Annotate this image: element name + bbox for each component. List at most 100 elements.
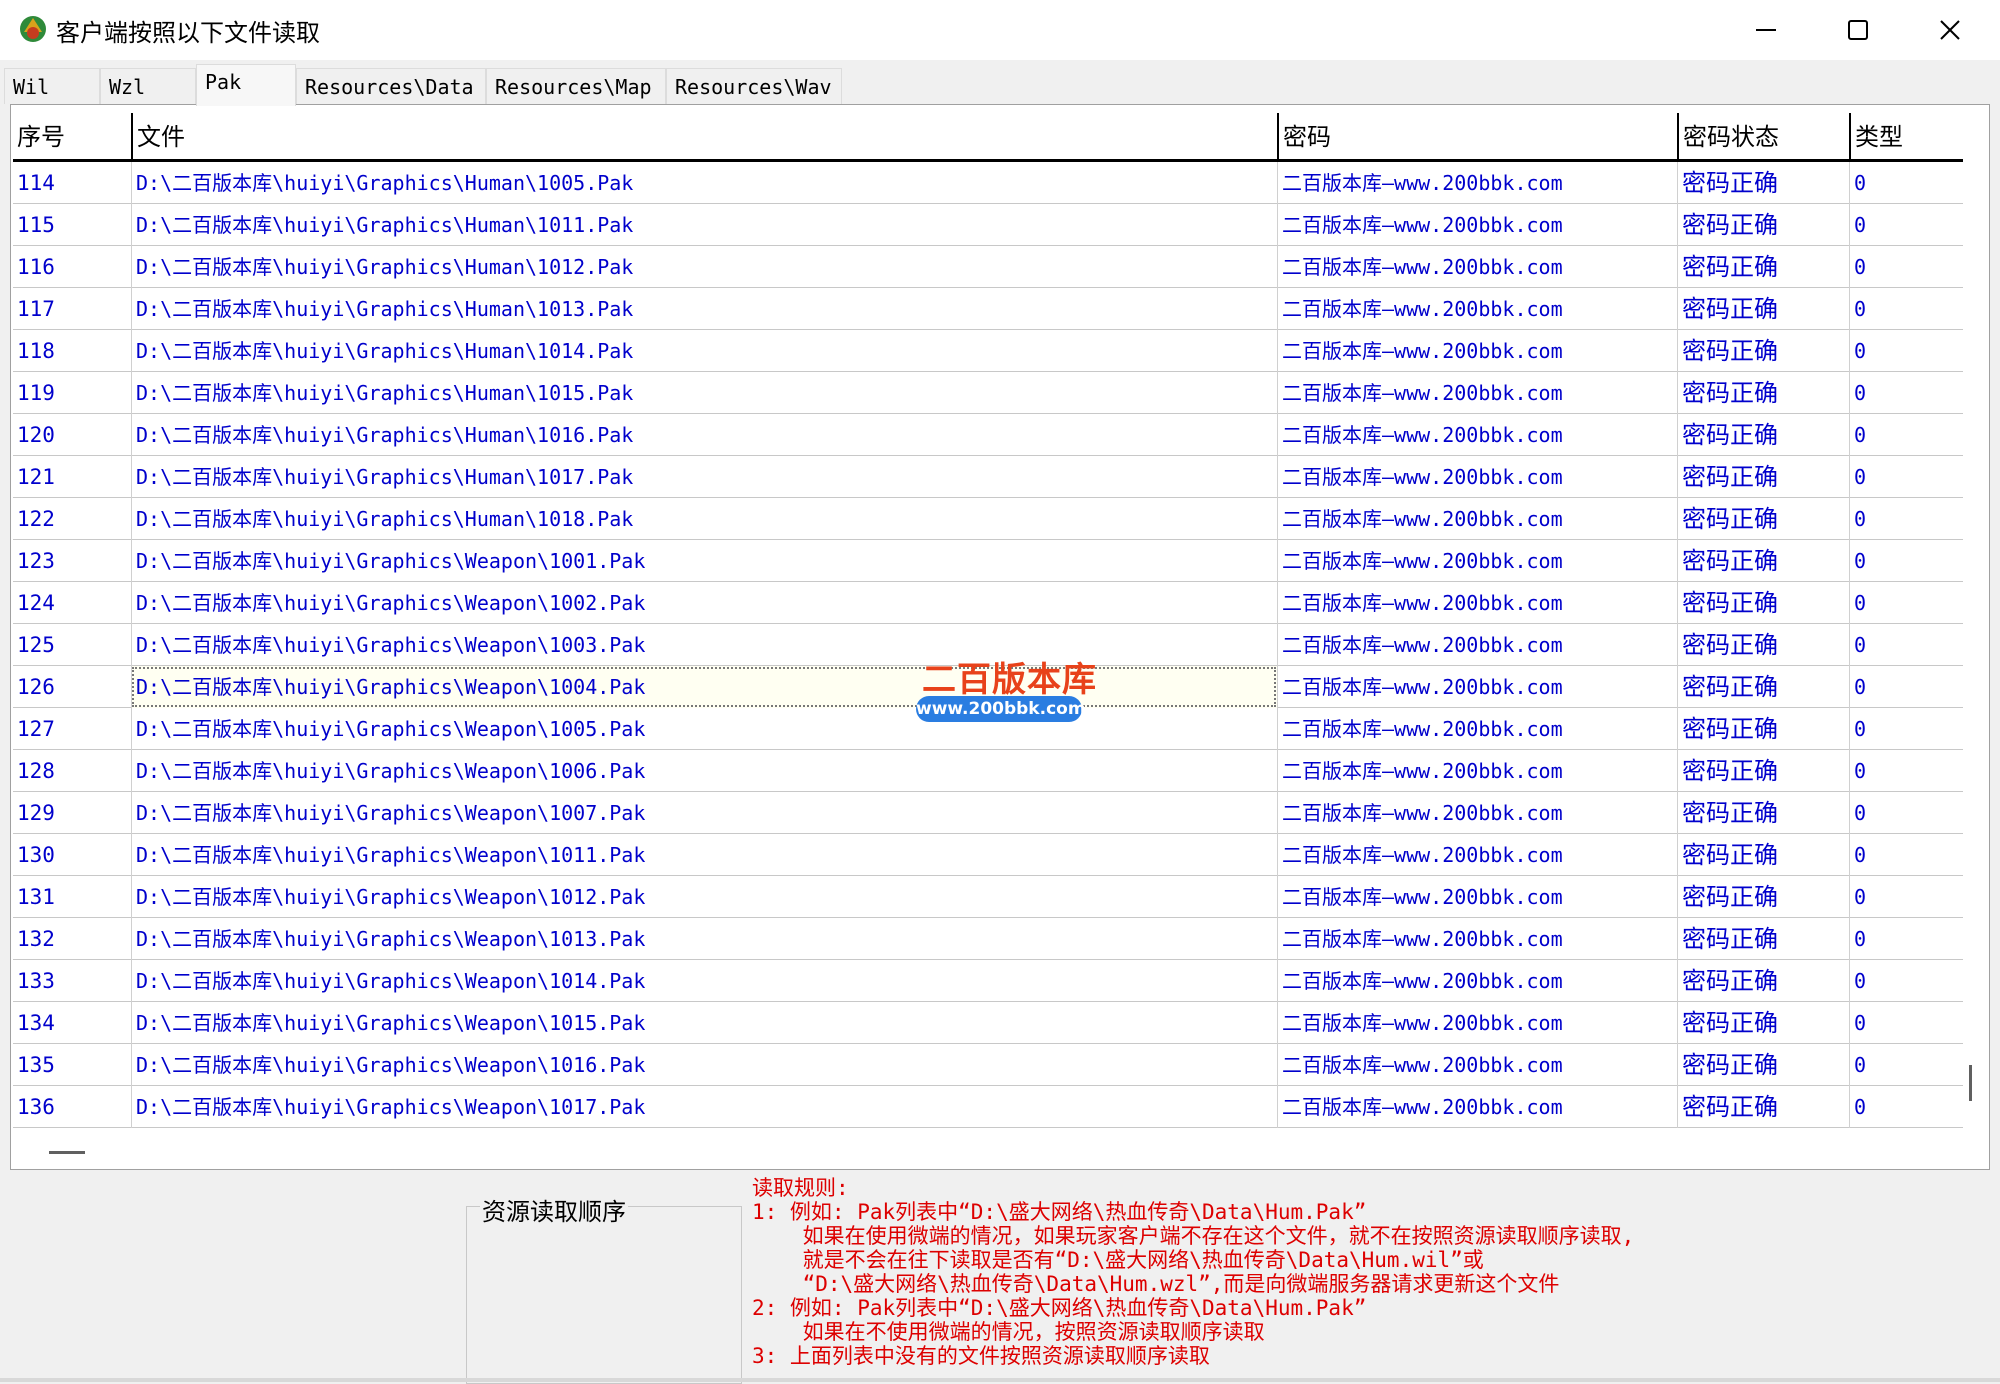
cell-password[interactable]: 二百版本库—www.200bbk.com	[1277, 918, 1677, 960]
maximize-button[interactable]	[1812, 0, 1904, 60]
table-row[interactable]: 121 D:\二百版本库\huiyi\Graphics\Human\1017.Pa…	[13, 456, 1963, 498]
column-header-status[interactable]: 密码状态	[1677, 113, 1849, 159]
cell-password[interactable]: 二百版本库—www.200bbk.com	[1277, 540, 1677, 582]
cell-password[interactable]: 二百版本库—www.200bbk.com	[1277, 330, 1677, 372]
cell-password[interactable]: 二百版本库—www.200bbk.com	[1277, 456, 1677, 498]
cell-password[interactable]: 二百版本库—www.200bbk.com	[1277, 1086, 1677, 1128]
cell-type[interactable]: 0	[1849, 204, 1963, 246]
cell-file[interactable]: D:\二百版本库\huiyi\Graphics\Weapon\1006.Pak	[131, 750, 1277, 792]
cell-password[interactable]: 二百版本库—www.200bbk.com	[1277, 582, 1677, 624]
cell-status[interactable]: 密码正确	[1677, 414, 1849, 456]
table-row[interactable]: 123 D:\二百版本库\huiyi\Graphics\Weapon\1001.P…	[13, 540, 1963, 582]
cell-type[interactable]: 0	[1849, 288, 1963, 330]
cell-file[interactable]: D:\二百版本库\huiyi\Graphics\Human\1015.Pak	[131, 372, 1277, 414]
column-header-type[interactable]: 类型	[1849, 113, 1963, 159]
cell-type[interactable]: 0	[1849, 582, 1963, 624]
table-row[interactable]: 134 D:\二百版本库\huiyi\Graphics\Weapon\1015.P…	[13, 1002, 1963, 1044]
cell-no[interactable]: 136	[13, 1086, 131, 1128]
cell-file[interactable]: D:\二百版本库\huiyi\Graphics\Weapon\1012.Pak	[131, 876, 1277, 918]
cell-status[interactable]: 密码正确	[1677, 582, 1849, 624]
cell-type[interactable]: 0	[1849, 876, 1963, 918]
tab-resources-map[interactable]: Resources\Map	[486, 68, 666, 104]
cell-type[interactable]: 0	[1849, 246, 1963, 288]
cell-password[interactable]: 二百版本库—www.200bbk.com	[1277, 750, 1677, 792]
cell-password[interactable]: 二百版本库—www.200bbk.com	[1277, 372, 1677, 414]
table-row[interactable]: 128 D:\二百版本库\huiyi\Graphics\Weapon\1006.P…	[13, 750, 1963, 792]
cell-status[interactable]: 密码正确	[1677, 792, 1849, 834]
cell-file[interactable]: D:\二百版本库\huiyi\Graphics\Weapon\1011.Pak	[131, 834, 1277, 876]
cell-type[interactable]: 0	[1849, 834, 1963, 876]
cell-type[interactable]: 0	[1849, 1002, 1963, 1044]
tab-resources-wav[interactable]: Resources\Wav	[666, 68, 842, 104]
cell-password[interactable]: 二百版本库—www.200bbk.com	[1277, 708, 1677, 750]
table-row[interactable]: 136 D:\二百版本库\huiyi\Graphics\Weapon\1017.P…	[13, 1086, 1963, 1128]
cell-type[interactable]: 0	[1849, 918, 1963, 960]
table-row[interactable]: 131 D:\二百版本库\huiyi\Graphics\Weapon\1012.P…	[13, 876, 1963, 918]
table-row[interactable]: 120 D:\二百版本库\huiyi\Graphics\Human\1016.Pa…	[13, 414, 1963, 456]
table-row[interactable]: 124 D:\二百版本库\huiyi\Graphics\Weapon\1002.P…	[13, 582, 1963, 624]
cell-password[interactable]: 二百版本库—www.200bbk.com	[1277, 414, 1677, 456]
cell-no[interactable]: 120	[13, 414, 131, 456]
cell-no[interactable]: 130	[13, 834, 131, 876]
table-row[interactable]: 130 D:\二百版本库\huiyi\Graphics\Weapon\1011.P…	[13, 834, 1963, 876]
cell-type[interactable]: 0	[1849, 414, 1963, 456]
cell-status[interactable]: 密码正确	[1677, 666, 1849, 708]
cell-password[interactable]: 二百版本库—www.200bbk.com	[1277, 204, 1677, 246]
cell-password[interactable]: 二百版本库—www.200bbk.com	[1277, 624, 1677, 666]
cell-no[interactable]: 121	[13, 456, 131, 498]
table-row[interactable]: 133 D:\二百版本库\huiyi\Graphics\Weapon\1014.P…	[13, 960, 1963, 1002]
cell-file[interactable]: D:\二百版本库\huiyi\Graphics\Human\1018.Pak	[131, 498, 1277, 540]
cell-file[interactable]: D:\二百版本库\huiyi\Graphics\Weapon\1005.Pak	[131, 708, 1277, 750]
cell-no[interactable]: 125	[13, 624, 131, 666]
tab-wzl[interactable]: Wzl	[100, 68, 196, 104]
horizontal-scrollbar[interactable]	[49, 1151, 85, 1154]
cell-no[interactable]: 119	[13, 372, 131, 414]
cell-status[interactable]: 密码正确	[1677, 162, 1849, 204]
cell-no[interactable]: 124	[13, 582, 131, 624]
cell-status[interactable]: 密码正确	[1677, 372, 1849, 414]
cell-type[interactable]: 0	[1849, 540, 1963, 582]
cell-type[interactable]: 0	[1849, 330, 1963, 372]
cell-password[interactable]: 二百版本库—www.200bbk.com	[1277, 666, 1677, 708]
cell-type[interactable]: 0	[1849, 708, 1963, 750]
cell-no[interactable]: 117	[13, 288, 131, 330]
cell-type[interactable]: 0	[1849, 1044, 1963, 1086]
cell-no[interactable]: 132	[13, 918, 131, 960]
cell-file[interactable]: D:\二百版本库\huiyi\Graphics\Human\1012.Pak	[131, 246, 1277, 288]
table-row[interactable]: 129 D:\二百版本库\huiyi\Graphics\Weapon\1007.P…	[13, 792, 1963, 834]
cell-status[interactable]: 密码正确	[1677, 246, 1849, 288]
cell-no[interactable]: 127	[13, 708, 131, 750]
table-row[interactable]: 117 D:\二百版本库\huiyi\Graphics\Human\1013.Pa…	[13, 288, 1963, 330]
table-row[interactable]: 135 D:\二百版本库\huiyi\Graphics\Weapon\1016.P…	[13, 1044, 1963, 1086]
column-header-password[interactable]: 密码	[1277, 113, 1677, 159]
cell-file[interactable]: D:\二百版本库\huiyi\Graphics\Weapon\1017.Pak	[131, 1086, 1277, 1128]
tab-resources-data[interactable]: Resources\Data	[296, 68, 486, 104]
cell-type[interactable]: 0	[1849, 498, 1963, 540]
cell-type[interactable]: 0	[1849, 792, 1963, 834]
cell-file[interactable]: D:\二百版本库\huiyi\Graphics\Weapon\1004.Pak	[131, 666, 1277, 708]
cell-password[interactable]: 二百版本库—www.200bbk.com	[1277, 792, 1677, 834]
cell-file[interactable]: D:\二百版本库\huiyi\Graphics\Human\1016.Pak	[131, 414, 1277, 456]
table-row[interactable]: 132 D:\二百版本库\huiyi\Graphics\Weapon\1013.P…	[13, 918, 1963, 960]
cell-file[interactable]: D:\二百版本库\huiyi\Graphics\Human\1011.Pak	[131, 204, 1277, 246]
cell-file[interactable]: D:\二百版本库\huiyi\Graphics\Weapon\1016.Pak	[131, 1044, 1277, 1086]
cell-file[interactable]: D:\二百版本库\huiyi\Graphics\Weapon\1013.Pak	[131, 918, 1277, 960]
cell-status[interactable]: 密码正确	[1677, 330, 1849, 372]
cell-no[interactable]: 133	[13, 960, 131, 1002]
cell-file[interactable]: D:\二百版本库\huiyi\Graphics\Weapon\1001.Pak	[131, 540, 1277, 582]
cell-password[interactable]: 二百版本库—www.200bbk.com	[1277, 876, 1677, 918]
cell-no[interactable]: 134	[13, 1002, 131, 1044]
tab-pak[interactable]: Pak	[196, 64, 296, 106]
cell-password[interactable]: 二百版本库—www.200bbk.com	[1277, 162, 1677, 204]
cell-password[interactable]: 二百版本库—www.200bbk.com	[1277, 1002, 1677, 1044]
cell-status[interactable]: 密码正确	[1677, 708, 1849, 750]
cell-type[interactable]: 0	[1849, 456, 1963, 498]
cell-status[interactable]: 密码正确	[1677, 834, 1849, 876]
table-row[interactable]: 115 D:\二百版本库\huiyi\Graphics\Human\1011.Pa…	[13, 204, 1963, 246]
cell-status[interactable]: 密码正确	[1677, 1086, 1849, 1128]
table-row[interactable]: 119 D:\二百版本库\huiyi\Graphics\Human\1015.Pa…	[13, 372, 1963, 414]
column-header-no[interactable]: 序号	[13, 113, 131, 159]
cell-type[interactable]: 0	[1849, 372, 1963, 414]
cell-no[interactable]: 126	[13, 666, 131, 708]
table-row[interactable]: 122 D:\二百版本库\huiyi\Graphics\Human\1018.Pa…	[13, 498, 1963, 540]
